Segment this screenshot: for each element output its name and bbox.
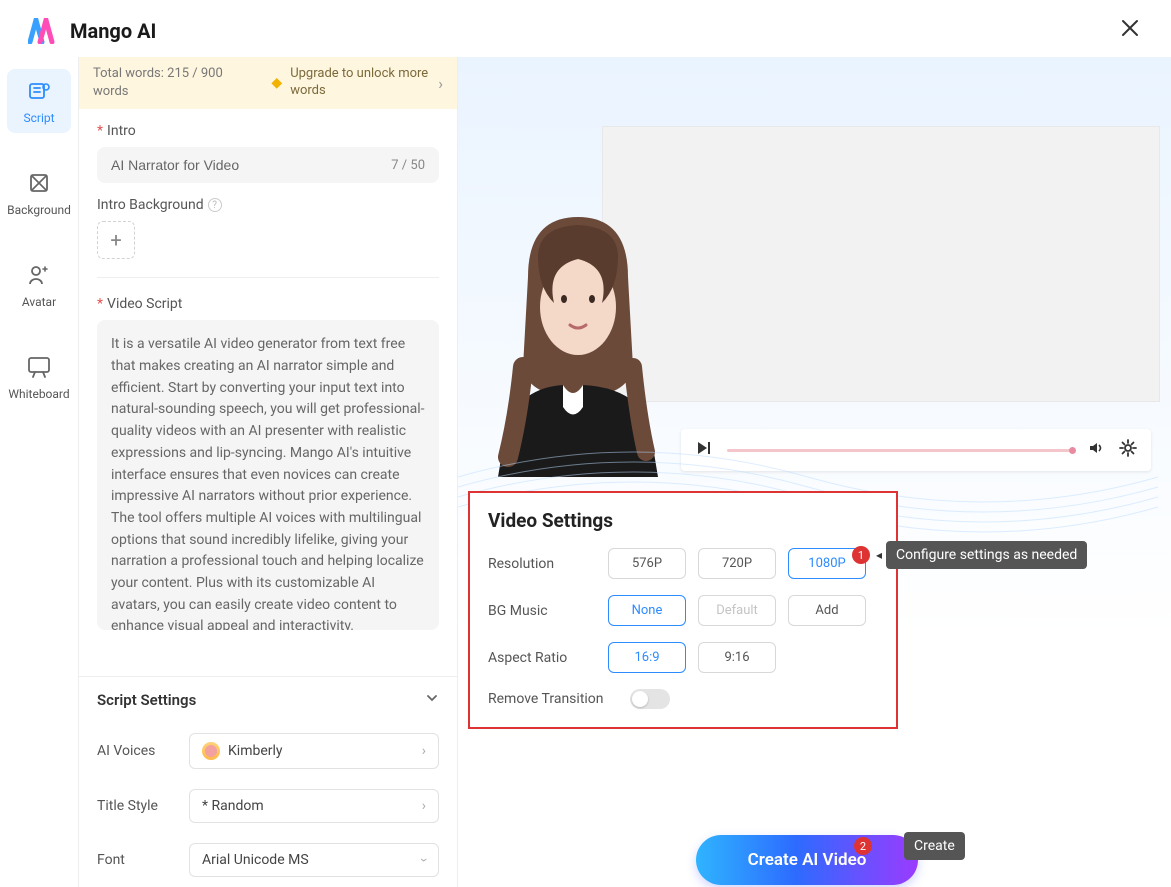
resolution-720p[interactable]: 720P xyxy=(698,548,776,579)
callout-text-1: Configure settings as needed xyxy=(886,541,1087,569)
aspect-16-9[interactable]: 16:9 xyxy=(608,642,686,673)
title-style-select[interactable]: * Random › xyxy=(189,789,439,823)
bgmusic-label: BG Music xyxy=(488,603,596,619)
background-icon xyxy=(25,169,53,197)
script-icon xyxy=(25,77,53,105)
callout-text-2: Create xyxy=(904,832,965,860)
ai-voices-label: AI Voices xyxy=(97,743,175,759)
upgrade-link[interactable]: ◆ Upgrade to unlock more words › xyxy=(271,66,443,100)
aspect-9-16[interactable]: 9:16 xyxy=(698,642,776,673)
upgrade-text: Upgrade to unlock more words xyxy=(290,66,430,100)
sidebar-tab-script[interactable]: Script xyxy=(7,69,71,133)
add-background-button[interactable]: + xyxy=(97,221,135,259)
intro-input-row[interactable]: 7 / 50 xyxy=(97,147,439,183)
sidebar-tab-label: Background xyxy=(7,203,71,217)
ai-voices-select[interactable]: Kimberly › xyxy=(189,733,439,769)
callout-2: 2 Create xyxy=(854,832,965,860)
remove-transition-toggle[interactable] xyxy=(630,689,670,709)
chevron-down-icon xyxy=(425,691,439,709)
video-script-label: *Video Script xyxy=(97,296,439,312)
font-label: Font xyxy=(97,852,175,868)
intro-input[interactable] xyxy=(111,157,391,173)
intro-counter: 7 / 50 xyxy=(391,158,425,173)
word-count-text: Total words: 215 / 900 words xyxy=(93,65,243,101)
close-button[interactable] xyxy=(1117,14,1143,47)
callout-badge-1: 1 xyxy=(852,546,870,564)
bgmusic-add[interactable]: Add xyxy=(788,595,866,626)
sidebar-tab-label: Whiteboard xyxy=(8,387,69,401)
chevron-right-icon: › xyxy=(438,74,443,93)
chevron-right-icon: › xyxy=(422,743,426,759)
resolution-576p[interactable]: 576P xyxy=(608,548,686,579)
whiteboard-icon xyxy=(25,353,53,381)
word-count-bar: Total words: 215 / 900 words ◆ Upgrade t… xyxy=(79,57,457,109)
remove-transition-label: Remove Transition xyxy=(488,691,618,707)
voice-avatar-icon xyxy=(202,742,220,760)
sidebar-tab-whiteboard[interactable]: Whiteboard xyxy=(7,345,71,409)
bgmusic-none[interactable]: None xyxy=(608,595,686,626)
video-settings-panel: Video Settings Resolution 576P 720P 1080… xyxy=(468,491,898,729)
preview-area: Video Settings Resolution 576P 720P 1080… xyxy=(458,57,1171,887)
video-script-textarea[interactable]: It is a versatile AI video generator fro… xyxy=(97,320,439,630)
title-style-label: Title Style xyxy=(97,798,175,814)
resolution-label: Resolution xyxy=(488,556,596,572)
brand-logo: Mango AI xyxy=(28,18,156,44)
sidebar-tab-label: Avatar xyxy=(22,295,56,309)
aspect-label: Aspect Ratio xyxy=(488,650,596,666)
sidebar-tab-label: Script xyxy=(23,111,54,125)
bgmusic-default[interactable]: Default xyxy=(698,595,776,626)
sidebar-tab-background[interactable]: Background xyxy=(7,161,71,225)
intro-bg-label: Intro Background ? xyxy=(97,197,439,213)
video-settings-title: Video Settings xyxy=(488,509,878,532)
callout-badge-2: 2 xyxy=(854,837,872,855)
help-icon[interactable]: ? xyxy=(208,198,222,212)
brand-name: Mango AI xyxy=(70,19,156,43)
sidebar: Script Background Avatar Whiteboard xyxy=(0,57,78,887)
sidebar-tab-avatar[interactable]: Avatar xyxy=(7,253,71,317)
chevron-down-icon: › xyxy=(416,858,432,862)
font-select[interactable]: Arial Unicode MS › xyxy=(189,843,439,877)
intro-label: *Intro xyxy=(97,123,439,139)
diamond-icon: ◆ xyxy=(271,75,282,91)
script-settings-header[interactable]: Script Settings xyxy=(79,676,457,723)
callout-1: 1 ◂ Configure settings as needed xyxy=(852,541,1087,569)
avatar-icon xyxy=(25,261,53,289)
script-panel: Total words: 215 / 900 words ◆ Upgrade t… xyxy=(78,57,458,887)
chevron-right-icon: › xyxy=(422,798,426,814)
